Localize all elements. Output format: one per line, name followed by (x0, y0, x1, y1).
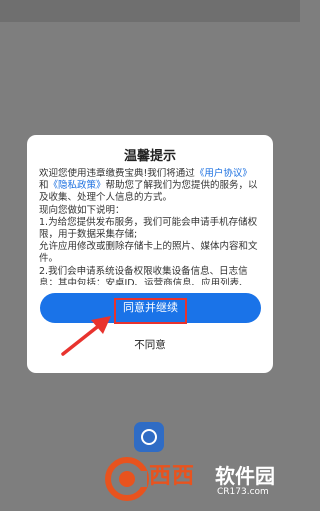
user-agreement-link[interactable]: 《用户协议》 (195, 168, 252, 179)
status-bar (0, 0, 300, 22)
watermark-url: CR173.com (217, 487, 269, 497)
watermark-brand: 西西 (149, 464, 196, 489)
annotation-highlight-box (114, 298, 187, 324)
annotation-arrow-icon (61, 316, 111, 356)
notice-item-1: 1.为给您提供发布服务，我们可能会申请手机存储权限，用于数据采集存储; (39, 216, 258, 241)
intro-and-text: 和 (39, 180, 49, 192)
intro-text: 欢迎您使用违章缴费宝典!我们将通过 (39, 168, 195, 179)
dialog-title: 温馨提示 (123, 149, 176, 164)
app-icon[interactable] (134, 422, 164, 452)
dialog-body: 欢迎您使用违章缴费宝典!我们将通过《用户协议》 和《隐私政策》帮助您了解我们为您… (39, 168, 263, 285)
app-glyph-icon (141, 429, 157, 445)
watermark: 西西 软件园 CR173.com (105, 455, 295, 507)
watermark-name: 软件园 (215, 464, 275, 488)
notice-heading: 现向您做如下说明： (39, 204, 125, 216)
notice-item-2: 2.我们会申请系统设备权限收集设备信息、日志信息；其中包括：安卓ID、运营商信息… (39, 265, 249, 285)
privacy-policy-link[interactable]: 《隐私政策》 (49, 180, 106, 191)
notice-item-1-cont: 允许应用修改或删除存储卡上的照片、媒体内容和文件。 (39, 241, 258, 265)
watermark-logo-icon (105, 457, 149, 501)
